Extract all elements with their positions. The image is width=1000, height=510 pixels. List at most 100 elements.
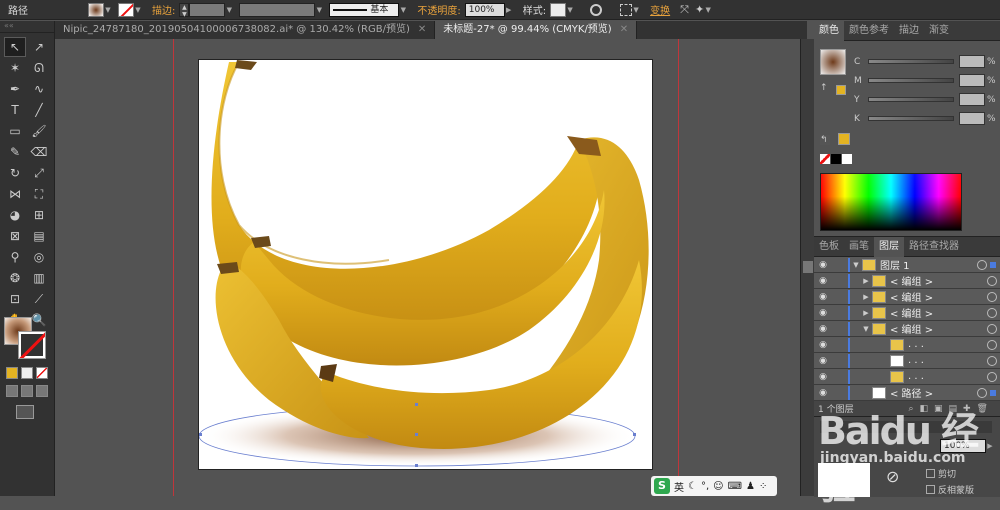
chevron-right-icon[interactable]: ▶ [860, 309, 872, 317]
eye-icon[interactable]: ◉ [814, 276, 832, 286]
black-swatch[interactable] [831, 154, 841, 164]
align-control[interactable]: ▼ [620, 3, 640, 17]
channel-value-field[interactable] [959, 93, 985, 106]
tab-swatches[interactable]: 色板 [814, 237, 844, 257]
column-graph-tool-icon[interactable]: ▥ [28, 268, 50, 288]
layer-name[interactable]: < 编组 > [890, 321, 987, 336]
paintbrush-tool-icon[interactable]: 🖌 [28, 121, 50, 141]
chevron-down-icon[interactable]: ▼ [134, 3, 142, 17]
chevron-down-icon[interactable]: ▼ [860, 325, 872, 333]
stem[interactable] [217, 262, 239, 274]
opacity-field[interactable]: 100% [464, 2, 505, 17]
eye-icon[interactable]: ◉ [814, 372, 832, 382]
transform-link[interactable]: 变换 [650, 2, 670, 17]
rotate-tool-icon[interactable]: ↻ [4, 163, 26, 183]
artboard[interactable] [198, 59, 653, 470]
menu-grid-icon[interactable]: ⁘ [759, 481, 767, 492]
close-icon[interactable]: ✕ [418, 21, 426, 39]
target-icon[interactable] [987, 323, 997, 334]
chevron-down-icon[interactable]: ▼ [566, 3, 574, 17]
tab-stroke[interactable]: 描边 [894, 21, 924, 41]
tab-document-2[interactable]: 未标题-27* @ 99.44% (CMYK/预览) ✕ [435, 21, 638, 39]
layer-name[interactable]: . . . [908, 371, 987, 382]
variable-width-field[interactable] [239, 2, 316, 17]
color-fill-swatch[interactable] [820, 49, 846, 75]
channel-slider[interactable] [868, 78, 954, 83]
chevron-down-icon[interactable]: ▼ [850, 261, 862, 269]
canvas-area[interactable] [55, 39, 800, 496]
scrollbar-thumb[interactable] [803, 261, 813, 273]
pen-tool-icon[interactable]: ✒ [4, 79, 26, 99]
slice-tool-icon[interactable]: ⟋ [28, 289, 50, 309]
channel-value-field[interactable] [959, 74, 985, 87]
tab-brushes[interactable]: 画笔 [844, 237, 874, 257]
stepper-arrows-icon[interactable]: ▲ ▼ [179, 2, 190, 18]
curvature-tool-icon[interactable]: ∿ [28, 79, 50, 99]
tab-pathfinder[interactable]: 路径查找器 [904, 237, 964, 257]
emoji-icon[interactable]: ☺ [713, 481, 723, 492]
channel-slider[interactable] [868, 97, 954, 102]
eye-icon[interactable]: ◉ [814, 260, 832, 270]
recolor-button[interactable] [590, 3, 603, 16]
tab-gradient[interactable]: 渐变 [924, 21, 954, 41]
fill-control[interactable]: ▼ [88, 2, 112, 17]
channel-slider[interactable] [868, 116, 954, 121]
color-spectrum[interactable] [820, 173, 962, 231]
chevron-right-icon[interactable]: ▶ [860, 277, 872, 285]
options-icon[interactable]: ✦ [695, 3, 704, 16]
target-icon[interactable] [987, 339, 997, 350]
layer-row[interactable]: ◉ . . . [814, 337, 1000, 353]
draw-inside-icon[interactable] [36, 385, 48, 397]
eraser-tool-icon[interactable]: ⌫ [28, 142, 50, 162]
isolate-icon[interactable]: ⤧ [680, 3, 689, 17]
stroke-weight-field[interactable] [189, 2, 226, 17]
free-transform-tool-icon[interactable]: ⛶ [28, 184, 50, 204]
layer-row[interactable]: ◉ ▶ < 编组 > [814, 305, 1000, 321]
eyedropper-tool-icon[interactable]: ⚲ [4, 247, 26, 267]
layer-row[interactable]: ◉ ▼ 图层 1 [814, 257, 1000, 273]
blend-tool-icon[interactable]: ◎ [28, 247, 50, 267]
opacity-control[interactable]: 100% ▶ [464, 2, 513, 17]
stroke-swatch-large[interactable] [18, 331, 46, 359]
last-color-swatch[interactable] [838, 133, 850, 145]
target-icon[interactable] [977, 387, 987, 398]
eye-icon[interactable]: ◉ [814, 324, 832, 334]
chevron-down-icon[interactable]: ▼ [704, 3, 712, 17]
eye-icon[interactable]: ◉ [814, 388, 832, 398]
panel-grip[interactable]: «« [0, 21, 54, 33]
brush-profile-field[interactable]: 基本 [329, 2, 400, 17]
scale-tool-icon[interactable]: ⤢ [28, 163, 50, 183]
options-button[interactable]: ✦ ▼ [695, 3, 712, 17]
channel-value-field[interactable] [959, 112, 985, 125]
target-icon[interactable] [987, 371, 997, 382]
direct-selection-tool-icon[interactable]: ↗ [28, 37, 50, 57]
layer-row[interactable]: ◉ < 路径 > [814, 385, 1000, 401]
style-swatch[interactable] [550, 2, 567, 17]
close-icon[interactable]: ✕ [620, 21, 628, 39]
gradient-mode-icon[interactable] [21, 367, 33, 379]
channel-slider[interactable] [868, 59, 954, 64]
eye-icon[interactable]: ◉ [814, 340, 832, 350]
recolor-icon[interactable] [590, 3, 603, 16]
selection-indicator[interactable] [990, 261, 996, 268]
white-swatch[interactable] [842, 154, 852, 164]
draw-normal-icon[interactable] [6, 385, 18, 397]
chevron-down-icon[interactable]: ▼ [315, 3, 323, 17]
symbol-sprayer-tool-icon[interactable]: ❂ [4, 268, 26, 288]
warning-icon[interactable]: ↑ [820, 83, 828, 93]
chevron-down-icon[interactable]: ▼ [632, 3, 640, 17]
variable-width-control[interactable]: ▼ [239, 2, 323, 17]
tab-color-guide[interactable]: 颜色参考 [844, 21, 894, 41]
layer-row[interactable]: ◉ ▶ < 编组 > [814, 273, 1000, 289]
lasso-tool-icon[interactable]: ᘏ [28, 58, 50, 78]
magic-wand-tool-icon[interactable]: ✶ [4, 58, 26, 78]
opacity-label[interactable]: 不透明度: [417, 2, 460, 17]
tab-document-1[interactable]: Nipic_24787180_20190504100006738082.ai* … [55, 21, 436, 39]
layer-name[interactable]: . . . [908, 355, 987, 366]
target-icon[interactable] [987, 275, 997, 286]
width-tool-icon[interactable]: ⋈ [4, 184, 26, 204]
ime-language[interactable]: 英 [674, 479, 684, 494]
eye-icon[interactable]: ◉ [814, 308, 832, 318]
gradient-tool-icon[interactable]: ▤ [28, 226, 50, 246]
stroke-swatch[interactable] [118, 2, 134, 17]
